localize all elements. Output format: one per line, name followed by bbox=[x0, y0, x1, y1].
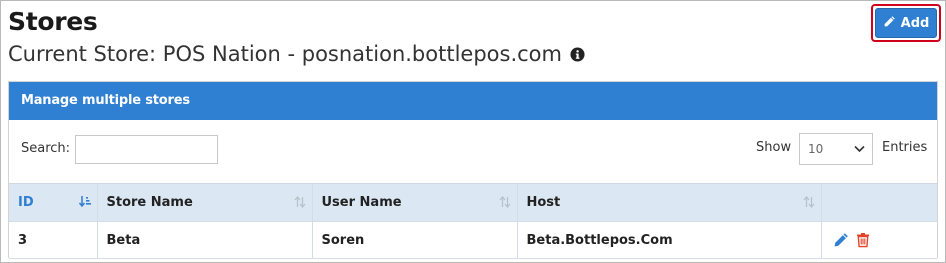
search-label: Search: bbox=[21, 141, 71, 156]
sort-ascending-icon bbox=[78, 196, 91, 208]
column-header-id[interactable]: ID bbox=[9, 183, 98, 222]
delete-trash-icon[interactable] bbox=[855, 232, 871, 248]
cell-actions bbox=[821, 221, 937, 259]
cell-user-name: Soren bbox=[312, 221, 518, 259]
page-size-value: 10 bbox=[808, 142, 824, 156]
sort-icon bbox=[294, 195, 306, 209]
current-store-text: Current Store: POS Nation - posnation.bo… bbox=[8, 42, 562, 66]
stores-table: ID Store Name User Name Host 3 Beta Sore… bbox=[9, 183, 937, 259]
entries-label: Entries bbox=[882, 140, 928, 155]
panel-title: Manage multiple stores bbox=[9, 82, 937, 120]
table-header-row: ID Store Name User Name Host bbox=[9, 183, 937, 222]
edit-pencil-icon[interactable] bbox=[833, 232, 849, 248]
info-icon[interactable] bbox=[570, 46, 585, 62]
pencil-icon bbox=[883, 15, 896, 32]
add-button-highlight: Add bbox=[871, 4, 941, 42]
column-header-store-name[interactable]: Store Name bbox=[97, 183, 313, 222]
page-title: Stores bbox=[8, 7, 98, 36]
add-store-button[interactable]: Add bbox=[875, 8, 937, 38]
sort-icon bbox=[803, 195, 815, 209]
column-header-actions bbox=[821, 183, 937, 222]
column-header-user-name[interactable]: User Name bbox=[312, 183, 518, 222]
page-size-select[interactable]: 10 bbox=[799, 133, 873, 165]
search-input[interactable] bbox=[75, 135, 218, 164]
cell-store-name: Beta bbox=[97, 221, 313, 259]
column-header-host[interactable]: Host bbox=[517, 183, 822, 222]
sort-icon bbox=[499, 195, 511, 209]
chevron-down-icon bbox=[854, 142, 865, 156]
cell-id: 3 bbox=[9, 221, 98, 259]
add-button-label: Add bbox=[900, 15, 930, 31]
table-row: 3 Beta Soren Beta.Bottlepos.Com bbox=[9, 221, 937, 259]
stores-panel: Manage multiple stores Search: Show 10 E… bbox=[8, 81, 938, 259]
cell-host: Beta.Bottlepos.Com bbox=[517, 221, 822, 259]
current-store-heading: Current Store: POS Nation - posnation.bo… bbox=[8, 42, 585, 66]
show-label: Show bbox=[756, 140, 792, 155]
